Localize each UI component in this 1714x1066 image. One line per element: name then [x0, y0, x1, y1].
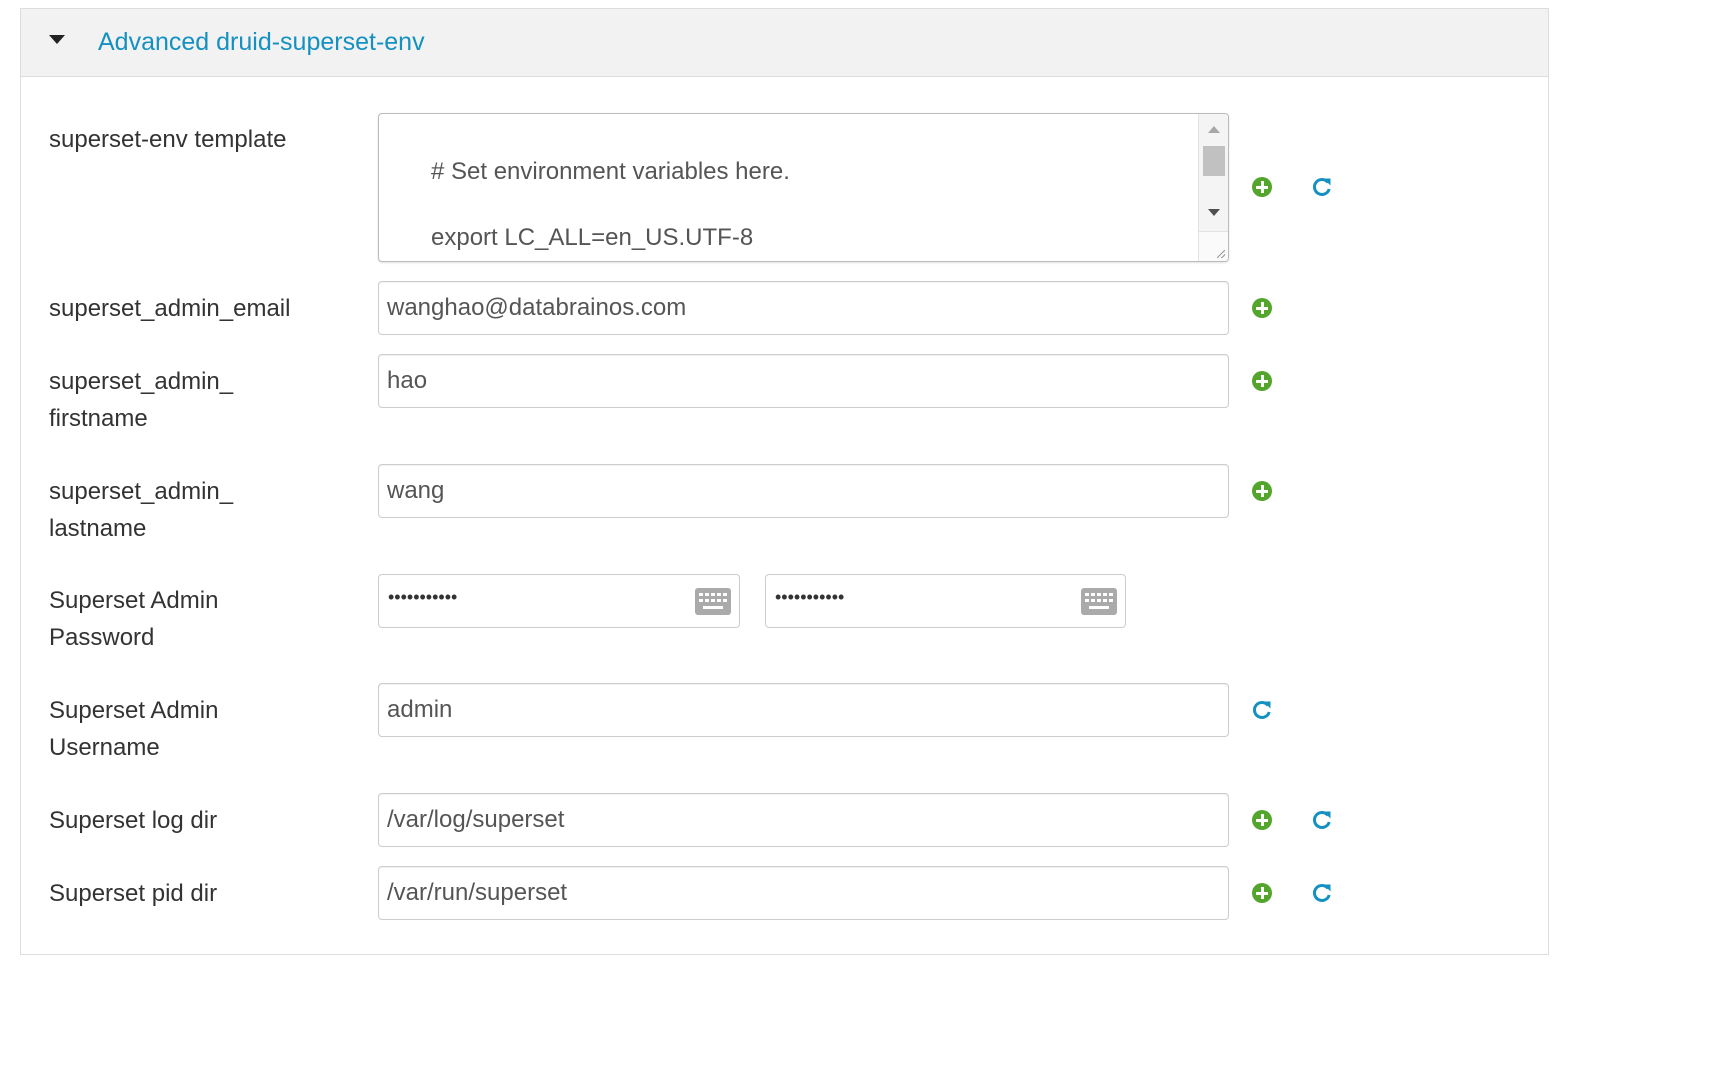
- pid-dir-add-override-icon[interactable]: [1252, 883, 1272, 903]
- resize-handle[interactable]: [1198, 231, 1228, 261]
- admin-lastname-label-line1: superset_admin_: [49, 478, 234, 505]
- admin-lastname-label: superset_admin_ lastname: [49, 473, 233, 547]
- log-dir-label: Superset log dir: [49, 807, 218, 834]
- admin-username-input[interactable]: [387, 684, 1216, 736]
- template-line-1: # Set environment variables here.: [431, 158, 790, 185]
- admin-firstname-field[interactable]: [378, 354, 1229, 408]
- keyboard-icon[interactable]: [695, 588, 731, 615]
- admin-username-field[interactable]: [378, 683, 1229, 737]
- admin-email-add-override-icon[interactable]: [1252, 298, 1272, 318]
- admin-username-label-line2: Username: [49, 734, 160, 761]
- section-title-link[interactable]: Advanced druid-superset-env: [98, 28, 425, 57]
- template-refresh-icon[interactable]: [1311, 176, 1333, 198]
- log-dir-input[interactable]: [387, 794, 1216, 846]
- admin-firstname-input[interactable]: [387, 355, 1216, 407]
- scroll-thumb[interactable]: [1203, 146, 1225, 176]
- scroll-down-arrow-icon[interactable]: [1208, 209, 1220, 216]
- log-dir-add-override-icon[interactable]: [1252, 810, 1272, 830]
- admin-password-field[interactable]: •••••••••••: [378, 574, 740, 628]
- pid-dir-field[interactable]: [378, 866, 1229, 920]
- admin-username-label-line1: Superset Admin: [49, 697, 219, 724]
- template-add-override-icon[interactable]: [1252, 177, 1272, 197]
- password-value: •••••••••••: [388, 587, 458, 607]
- admin-password-label-line1: Superset Admin: [49, 587, 219, 614]
- config-section-panel: Advanced druid-superset-env superset-env…: [20, 8, 1549, 955]
- log-dir-field[interactable]: [378, 793, 1229, 847]
- admin-firstname-label-line1: superset_admin_: [49, 368, 234, 395]
- admin-password-label-line2: Password: [49, 624, 155, 651]
- password-confirm-value: •••••••••••: [775, 587, 845, 607]
- template-textarea[interactable]: # Set environment variables here. export…: [378, 113, 1229, 262]
- admin-password-label: Superset Admin Password: [49, 582, 218, 656]
- caret-down-icon[interactable]: [49, 35, 65, 44]
- section-header[interactable]: Advanced druid-superset-env: [21, 9, 1548, 77]
- admin-username-refresh-icon[interactable]: [1251, 699, 1273, 721]
- resize-grip-icon: [1217, 250, 1225, 258]
- admin-lastname-add-override-icon[interactable]: [1252, 481, 1272, 501]
- pid-dir-refresh-icon[interactable]: [1311, 882, 1333, 904]
- pid-dir-label: Superset pid dir: [49, 880, 218, 907]
- admin-lastname-input[interactable]: [387, 465, 1216, 517]
- admin-email-label: superset_admin_email: [49, 295, 291, 322]
- admin-firstname-label-line2: firstname: [49, 405, 148, 432]
- template-label: superset-env template: [49, 126, 287, 153]
- admin-lastname-label-line2: lastname: [49, 515, 147, 542]
- admin-firstname-add-override-icon[interactable]: [1252, 371, 1272, 391]
- keyboard-icon[interactable]: [1081, 588, 1117, 615]
- scroll-up-arrow-icon[interactable]: [1208, 126, 1220, 133]
- template-line-2: export LC_ALL=en_US.UTF-8: [431, 224, 754, 251]
- admin-username-label: Superset Admin Username: [49, 692, 218, 766]
- admin-firstname-label: superset_admin_ firstname: [49, 363, 233, 437]
- admin-email-field[interactable]: [378, 281, 1229, 335]
- admin-password-confirm-field[interactable]: •••••••••••: [765, 574, 1126, 628]
- pid-dir-input[interactable]: [387, 867, 1216, 919]
- admin-email-input[interactable]: [387, 282, 1216, 334]
- log-dir-refresh-icon[interactable]: [1311, 809, 1333, 831]
- admin-lastname-field[interactable]: [378, 464, 1229, 518]
